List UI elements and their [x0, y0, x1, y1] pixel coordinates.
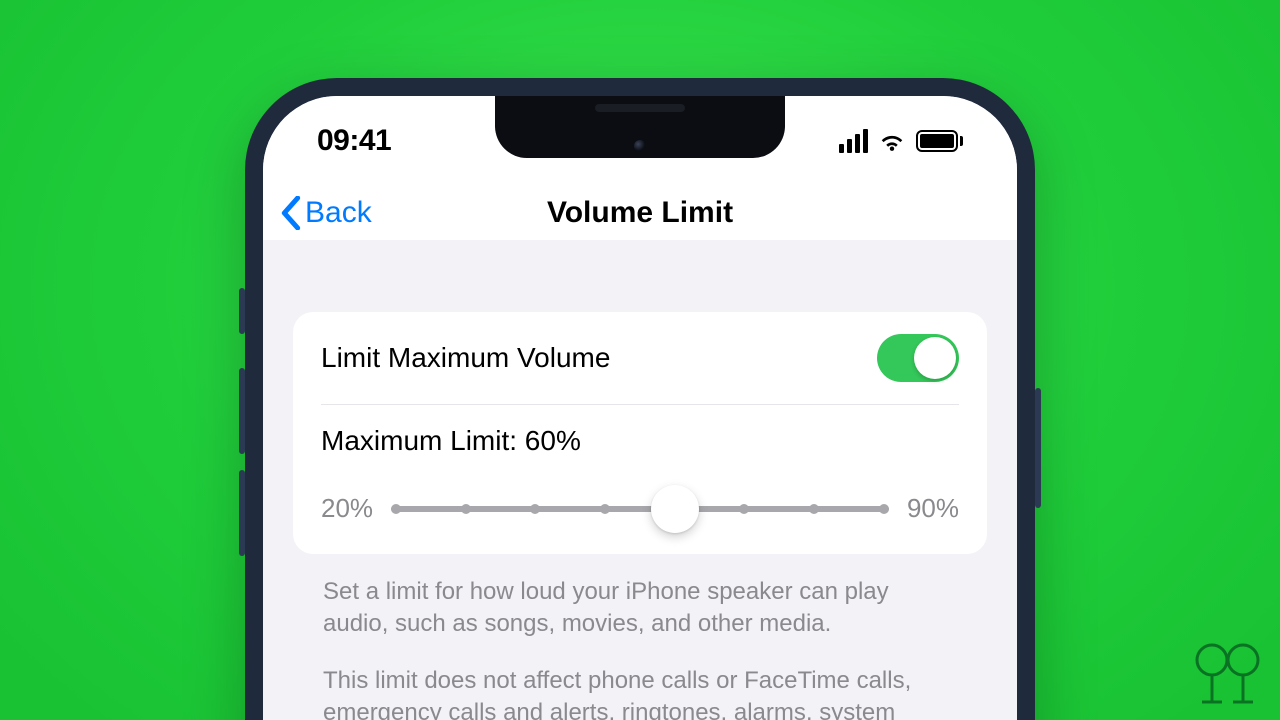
slider-max-label: 90% [907, 493, 959, 524]
phone-side-button [239, 288, 245, 334]
watermark-logo-icon [1188, 640, 1268, 710]
back-label: Back [305, 196, 372, 230]
navigation-header: Back Volume Limit [263, 186, 1017, 240]
battery-icon [916, 130, 963, 152]
slider-track [391, 506, 889, 512]
status-time: 09:41 [317, 124, 391, 158]
phone-device-frame: 09:41 Back Volu [245, 78, 1035, 720]
phone-notch [495, 96, 785, 158]
toggle-label: Limit Maximum Volume [321, 342, 610, 374]
limit-max-volume-row: Limit Maximum Volume [293, 312, 987, 404]
maximum-limit-section: Maximum Limit: 60% 20% [293, 405, 987, 554]
cellular-signal-icon [839, 129, 868, 153]
chevron-left-icon [281, 196, 301, 230]
phone-volume-down-button [239, 470, 245, 556]
slider-min-label: 20% [321, 493, 373, 524]
phone-volume-up-button [239, 368, 245, 454]
status-icons [839, 129, 963, 153]
phone-power-button [1035, 388, 1041, 508]
slider-thumb[interactable] [651, 485, 699, 533]
slider-label: Maximum Limit: 60% [321, 425, 959, 457]
slider-ticks [391, 506, 889, 512]
limit-max-volume-switch[interactable] [877, 334, 959, 382]
wifi-icon [878, 130, 906, 152]
back-button[interactable]: Back [281, 196, 372, 230]
settings-footer-text: Set a limit for how loud your iPhone spe… [293, 554, 987, 720]
settings-card: Limit Maximum Volume Maximum Limit: 60% … [293, 312, 987, 554]
footer-paragraph-1: Set a limit for how loud your iPhone spe… [323, 576, 957, 641]
footer-paragraph-2: This limit does not affect phone calls o… [323, 665, 957, 720]
phone-screen: 09:41 Back Volu [263, 96, 1017, 720]
slider-row: 20% 90% [321, 493, 959, 524]
page-title: Volume Limit [547, 196, 733, 230]
volume-limit-slider[interactable] [391, 497, 889, 521]
settings-content: Limit Maximum Volume Maximum Limit: 60% … [263, 240, 1017, 720]
